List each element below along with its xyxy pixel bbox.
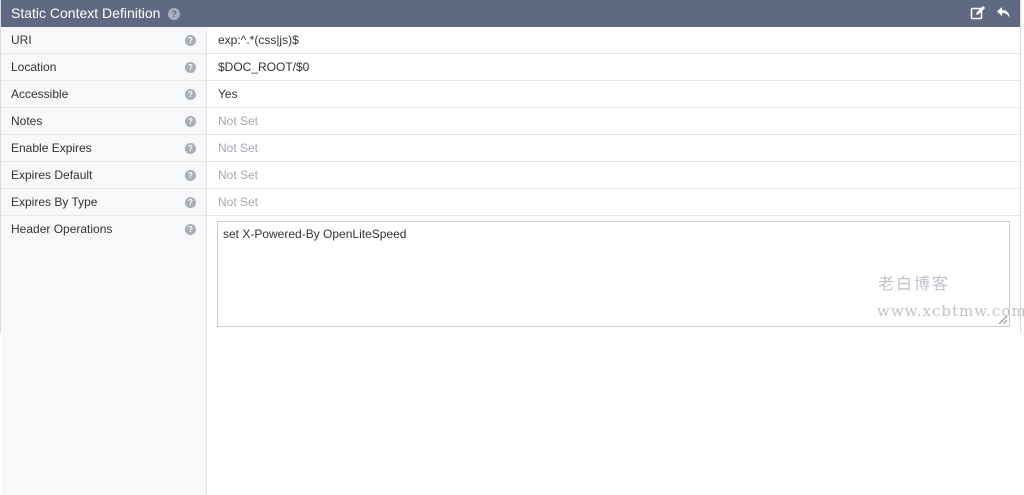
- question-circle-icon[interactable]: ?: [185, 143, 196, 154]
- undo-icon[interactable]: [996, 5, 1012, 21]
- edit-icon[interactable]: [970, 5, 986, 21]
- row-label-cell: Accessible ?: [1, 81, 207, 107]
- row-value: Not Set: [218, 168, 259, 182]
- row-label: Notes: [11, 114, 43, 128]
- textarea-content: set X-Powered-By OpenLiteSpeed: [223, 227, 407, 241]
- row-accessible: Accessible ? Yes: [1, 81, 1020, 108]
- row-label: URI: [11, 33, 32, 47]
- row-label: Accessible: [11, 87, 69, 101]
- row-enable-expires: Enable Expires ? Not Set: [1, 135, 1020, 162]
- row-label: Expires By Type: [11, 195, 98, 209]
- question-circle-icon[interactable]: ?: [185, 116, 196, 127]
- question-circle-icon[interactable]: ?: [185, 62, 196, 73]
- row-label-cell: Expires Default ?: [1, 162, 207, 188]
- row-label-cell: Expires By Type ?: [1, 189, 207, 215]
- panel-header: Static Context Definition ?: [1, 0, 1020, 27]
- row-header-operations: Header Operations ? set X-Powered-By Ope…: [1, 216, 1020, 495]
- static-context-panel: Static Context Definition ? URI ? exp:^.…: [0, 0, 1024, 495]
- row-value: exp:^.*(css|js)$: [218, 33, 299, 47]
- row-label-cell: URI ?: [1, 27, 207, 53]
- header-actions: [970, 5, 1012, 21]
- row-uri: URI ? exp:^.*(css|js)$: [1, 27, 1020, 54]
- row-label-cell: Enable Expires ?: [1, 135, 207, 161]
- row-value: Not Set: [218, 114, 259, 128]
- row-label-cell: Notes ?: [1, 108, 207, 134]
- row-label: Enable Expires: [11, 141, 92, 155]
- row-label-cell: Location ?: [1, 54, 207, 80]
- row-value: $DOC_ROOT/$0: [218, 60, 310, 74]
- question-circle-icon[interactable]: ?: [185, 35, 196, 46]
- question-circle-icon[interactable]: ?: [185, 170, 196, 181]
- question-circle-icon[interactable]: ?: [185, 89, 196, 100]
- row-label: Location: [11, 60, 57, 74]
- question-circle-icon[interactable]: ?: [185, 224, 196, 235]
- definition-table: URI ? exp:^.*(css|js)$ Location ? $DOC_R…: [1, 27, 1020, 495]
- row-location: Location ? $DOC_ROOT/$0: [1, 54, 1020, 81]
- row-value: Yes: [218, 87, 238, 101]
- row-label: Expires Default: [11, 168, 93, 182]
- row-label: Header Operations: [11, 222, 113, 236]
- row-expires-default: Expires Default ? Not Set: [1, 162, 1020, 189]
- question-circle-icon[interactable]: ?: [168, 8, 180, 20]
- panel-title: Static Context Definition: [11, 5, 161, 21]
- watermark-url: www.xcbtmw.com: [877, 302, 1024, 320]
- row-expires-by-type: Expires By Type ? Not Set: [1, 189, 1020, 216]
- row-value: Not Set: [218, 141, 259, 155]
- row-value: Not Set: [218, 195, 259, 209]
- watermark-cn: 老白博客: [878, 274, 951, 293]
- row-label-cell: Header Operations ?: [1, 216, 207, 495]
- row-notes: Notes ? Not Set: [1, 108, 1020, 135]
- question-circle-icon[interactable]: ?: [185, 197, 196, 208]
